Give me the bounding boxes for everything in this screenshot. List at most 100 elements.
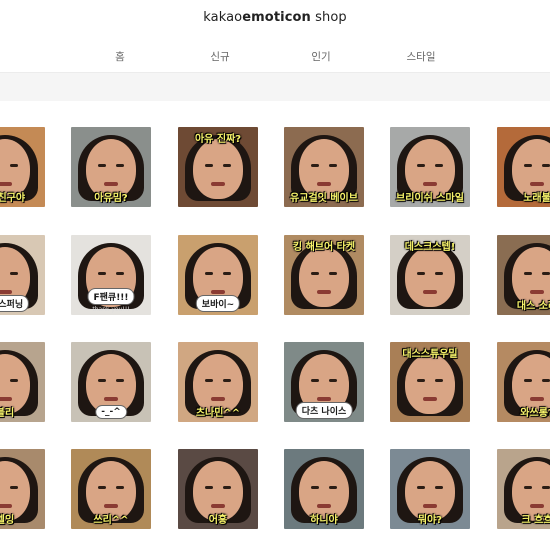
emoticon-tile[interactable]: 킹 해브어 타켓 (284, 235, 364, 315)
emoticon-tile[interactable]: 다츠 나이스 (284, 342, 364, 422)
character-eye (311, 485, 319, 489)
emoticon-caption: 뭐야? (417, 515, 443, 526)
brand-logo[interactable]: kakaoemoticon shop (0, 10, 550, 25)
emoticon-tile[interactable]: 야 친구야 (0, 127, 45, 207)
tab-home[interactable]: 홈 (115, 49, 125, 64)
character-mouth (423, 396, 437, 401)
character-mouth (0, 181, 12, 186)
character-eye (435, 485, 443, 489)
character-mouth (530, 396, 544, 401)
emoticon-tile[interactable]: 하니야 (284, 449, 364, 529)
character-eye (524, 163, 532, 167)
character-eye (311, 378, 319, 382)
emoticon-caption: F팬큐!!! (87, 288, 135, 305)
character-eye (417, 378, 425, 382)
emoticon-tile[interactable]: 어흥 (178, 449, 258, 529)
emoticon-tile[interactable]: F팬큐!!! thank you!!! (71, 235, 151, 315)
emoticon-caption: 츠나민^^ (195, 408, 241, 419)
emoticon-tile[interactable]: 츠나민^^ (178, 342, 258, 422)
tab-style[interactable]: 스타일 (407, 49, 436, 64)
emoticon-caption: 킹 해브어 타켓 (292, 242, 356, 253)
character-eye (205, 271, 213, 275)
emoticon-caption: -_-^ (95, 405, 127, 419)
character-mouth (0, 503, 12, 508)
emoticon-tile[interactable]: 브리이쉬 스마일 (390, 127, 470, 207)
emoticon-tile[interactable]: 뭐야? (390, 449, 470, 529)
brand-prefix: kakao (203, 10, 243, 25)
character-eye (223, 163, 231, 167)
emoticon-tile[interactable]: 크 흐흐 (497, 449, 550, 529)
character-eye (311, 163, 319, 167)
character-eye (223, 378, 231, 382)
character-mouth (211, 396, 225, 401)
tab-popular[interactable]: 인기 (311, 49, 330, 64)
emoticon-tile[interactable]: -_-^ (71, 342, 151, 422)
emoticon-tile[interactable]: 블리 (0, 342, 45, 422)
character-mouth (104, 181, 118, 186)
character-face (405, 353, 455, 414)
emoticon-tile[interactable]: 쓰리^^ (71, 449, 151, 529)
character-eye (417, 271, 425, 275)
emoticon-caption: 브리이쉬 스마일 (396, 193, 464, 204)
emoticon-caption: 와쓰롱? (520, 408, 550, 419)
emoticon-tile[interactable]: 리 스퍼닝 (0, 235, 45, 315)
character-eye (417, 163, 425, 167)
emoticon-tile[interactable]: 멜잉 (0, 449, 45, 529)
character-eye (524, 378, 532, 382)
character-mouth (104, 503, 118, 508)
character-eye (205, 485, 213, 489)
emoticon-caption: 유교걸잇 베이브 (290, 193, 358, 204)
emoticon-caption: 노래불 (523, 193, 550, 204)
emoticon-caption: 아유 진짜? (194, 134, 242, 145)
character-mouth (423, 181, 437, 186)
emoticon-caption: 대스 소리 (516, 301, 550, 312)
emoticon-tile[interactable]: 보바이~ (178, 235, 258, 315)
emoticon-caption: 보바이~ (195, 295, 241, 312)
emoticon-caption: 아유밈? (94, 193, 128, 204)
emoticon-caption: 멜잉 (0, 515, 15, 526)
character-face (299, 246, 349, 307)
character-eye (435, 163, 443, 167)
emoticon-caption: 크 흐흐 (521, 515, 550, 526)
character-mouth (530, 181, 544, 186)
character-mouth (211, 181, 225, 186)
character-eye (542, 378, 550, 382)
character-eye (98, 485, 106, 489)
emoticon-caption: 블리 (0, 408, 15, 419)
tab-new[interactable]: 신규 (210, 49, 229, 64)
character-mouth (423, 503, 437, 508)
character-eye (116, 271, 124, 275)
character-eye (542, 271, 550, 275)
character-eye (435, 378, 443, 382)
character-eye (524, 271, 532, 275)
emoticon-caption: 다츠 나이스 (295, 402, 353, 419)
character-mouth (211, 289, 225, 294)
character-eye (417, 485, 425, 489)
character-face (405, 246, 455, 307)
emoticon-tile[interactable]: 유교걸잇 베이브 (284, 127, 364, 207)
character-eye (98, 378, 106, 382)
character-eye (116, 378, 124, 382)
character-mouth (0, 289, 12, 294)
brand-suffix: shop (310, 10, 347, 25)
character-mouth (317, 181, 331, 186)
character-eye (223, 271, 231, 275)
emoticon-tile[interactable]: 대스 소리 (497, 235, 550, 315)
character-eye (10, 271, 18, 275)
emoticon-tile[interactable]: 데스크스텝! (390, 235, 470, 315)
character-mouth (423, 289, 437, 294)
character-mouth (530, 289, 544, 294)
emoticon-caption: 어흥 (208, 515, 228, 526)
character-mouth (317, 503, 331, 508)
emoticon-tile[interactable]: 대스스튜우밀 (390, 342, 470, 422)
emoticon-tile[interactable]: 아유 진짜? (178, 127, 258, 207)
emoticon-tile[interactable]: 아유밈? (71, 127, 151, 207)
emoticon-caption: 데스크스텝! (404, 242, 456, 253)
top-header: kakaoemoticon shop 홈 신규 인기 스타일 (0, 0, 550, 73)
character-eye (10, 485, 18, 489)
emoticon-tile[interactable]: 와쓰롱? (497, 342, 550, 422)
emoticon-tile[interactable]: 노래불 (497, 127, 550, 207)
character-mouth (317, 396, 331, 401)
character-eye (98, 163, 106, 167)
character-eye (98, 271, 106, 275)
